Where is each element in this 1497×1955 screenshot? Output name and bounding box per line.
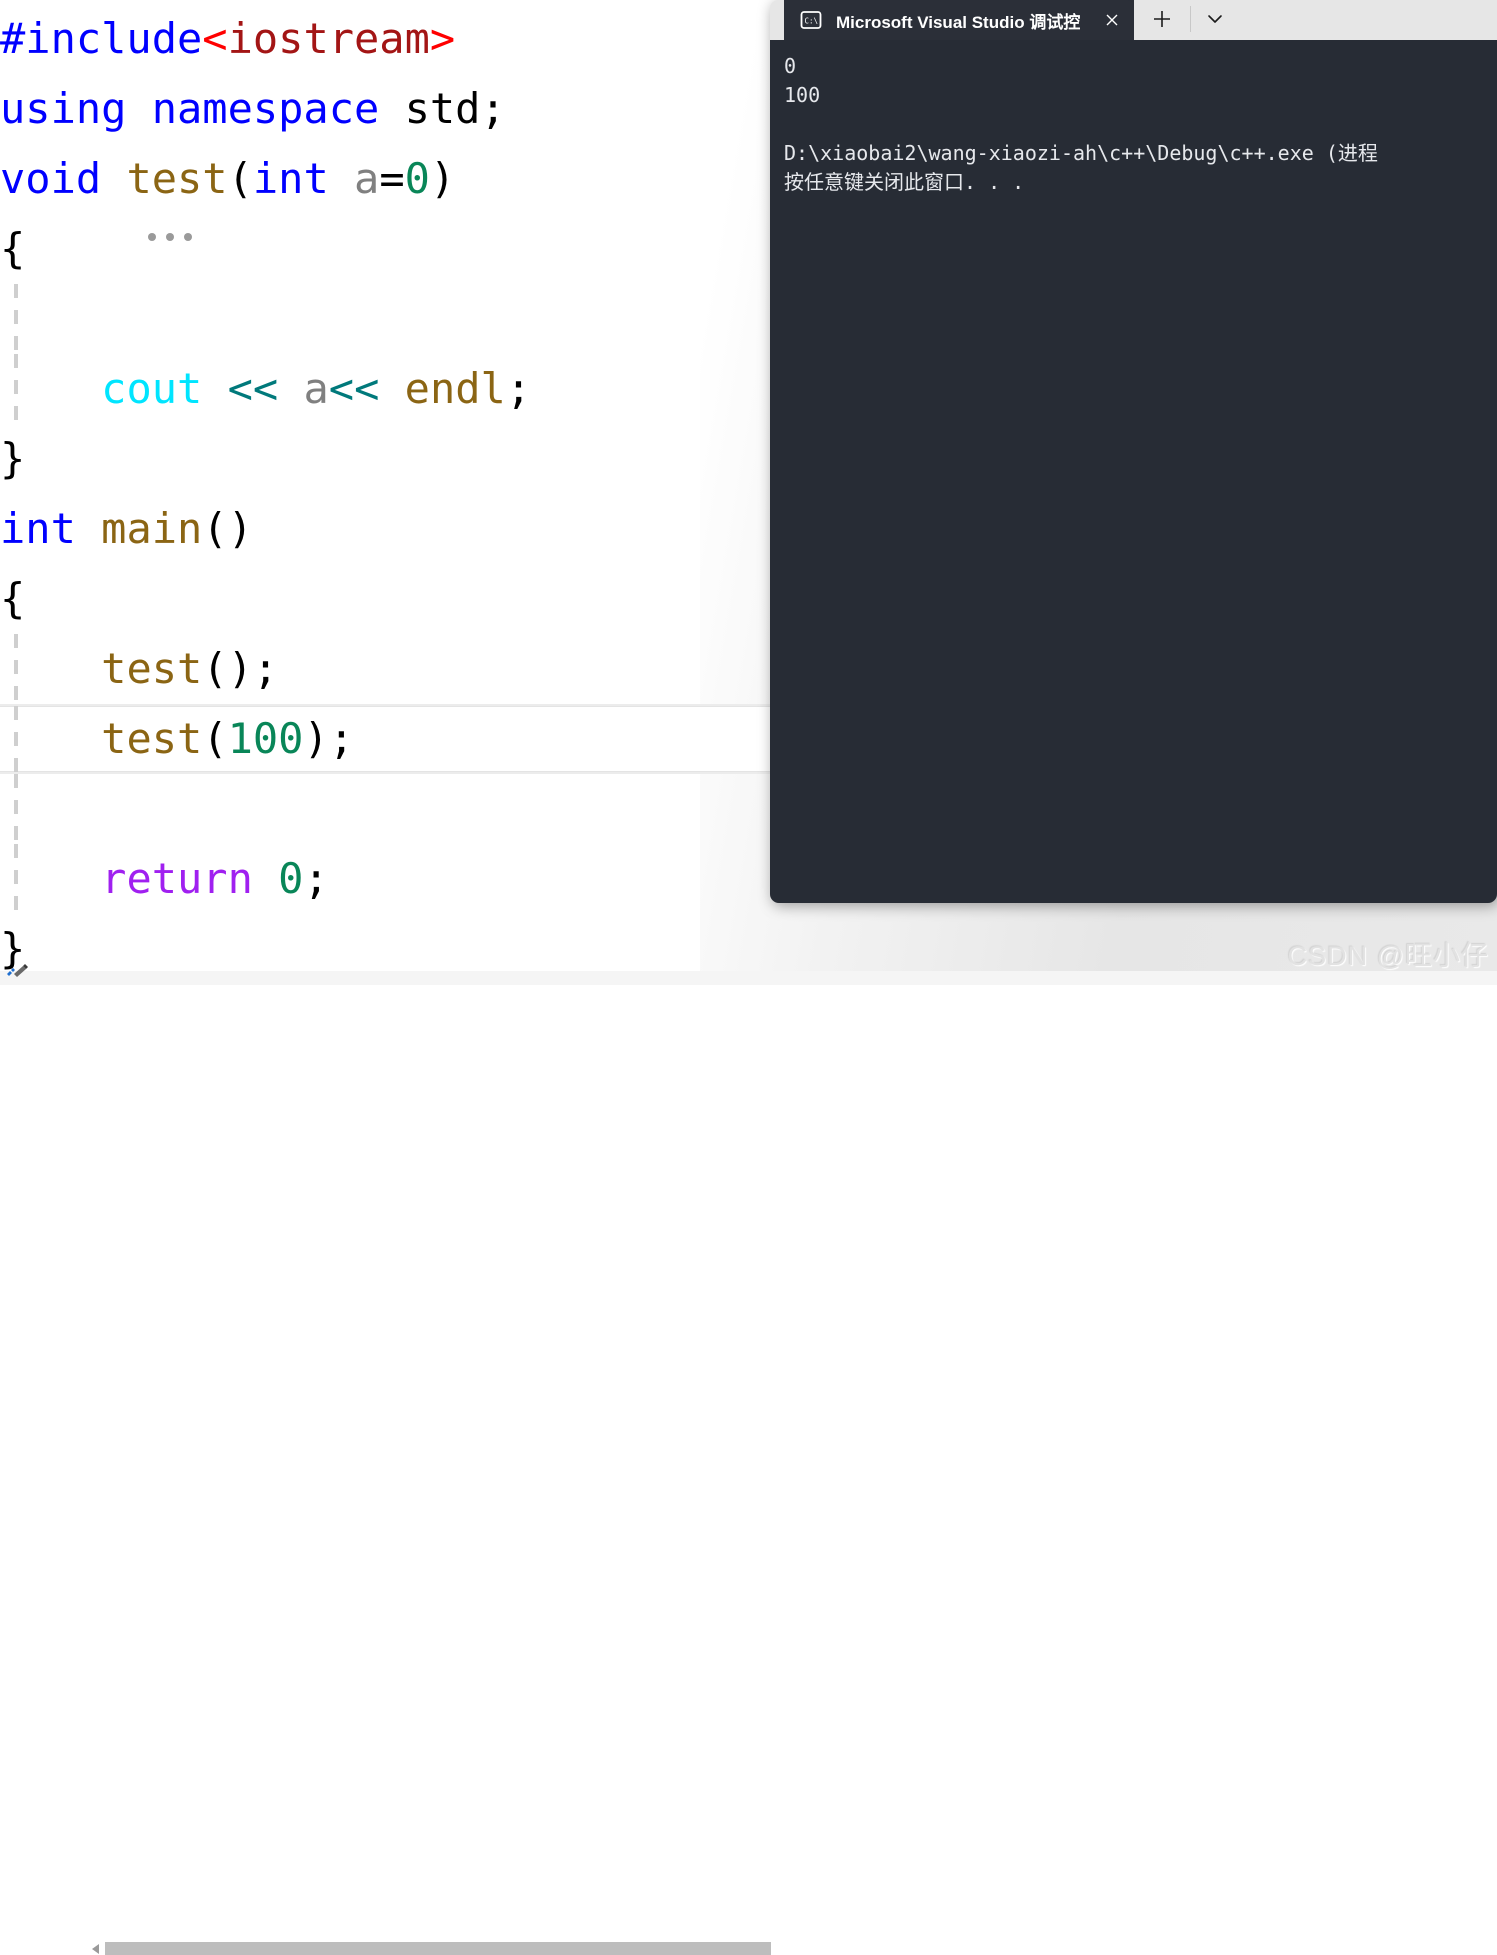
- code-token: 0: [404, 154, 430, 203]
- code-token: int: [0, 504, 102, 553]
- code-token: 100: [227, 714, 304, 763]
- code-token: ): [429, 154, 456, 203]
- code-token: (: [227, 154, 253, 203]
- console-output-line: 100: [784, 83, 821, 107]
- indent-guide: [14, 284, 18, 354]
- indent-guide: [14, 774, 18, 844]
- console-tab-controls[interactable]: [1134, 0, 1497, 40]
- close-icon[interactable]: [1102, 10, 1122, 30]
- svg-text:C:\: C:\: [805, 17, 819, 26]
- code-token: <<: [328, 364, 380, 413]
- code-token: {: [0, 574, 26, 623]
- code-token: (: [202, 714, 228, 763]
- code-token: );: [303, 714, 355, 763]
- console-output-line: 0: [784, 54, 797, 78]
- chevron-down-icon[interactable]: [1191, 0, 1239, 38]
- console-cmd-icon: C:\: [800, 9, 822, 31]
- code-token: =: [379, 154, 405, 203]
- code-token: int: [252, 154, 355, 203]
- code-token: a: [303, 364, 329, 413]
- scrollbar-left-arrow-icon[interactable]: [92, 1944, 99, 1954]
- code-line-text: {: [0, 574, 25, 623]
- code-token: }: [0, 434, 26, 483]
- code-line-text: return 0;: [0, 854, 329, 903]
- code-line-text: using namespace std;: [0, 84, 506, 133]
- console-titlebar[interactable]: C:\ Microsoft Visual Studio 调试控: [770, 0, 1497, 40]
- code-token: ;: [303, 854, 329, 903]
- console-output-line: D:\xiaobai2\wang-xiaozi-ah\c++\Debug\c++…: [784, 141, 1378, 165]
- code-token: void: [0, 154, 127, 203]
- code-token: <: [202, 14, 228, 63]
- code-token: >: [429, 14, 456, 63]
- console-tab[interactable]: C:\ Microsoft Visual Studio 调试控: [784, 0, 1134, 40]
- code-token: ();: [202, 644, 279, 693]
- code-line-text: }: [0, 434, 25, 483]
- code-token: 0: [278, 854, 304, 903]
- code-line-text: cout << a<< endl;: [0, 364, 531, 413]
- code-line-text: test(100);: [0, 714, 354, 763]
- code-token: using namespace: [0, 84, 405, 133]
- csdn-watermark: CSDN @旺小仔: [1287, 941, 1489, 971]
- code-token: test: [101, 644, 203, 693]
- code-token: return: [101, 854, 253, 903]
- console-output-line: 按任意键关闭此窗口. . .: [784, 170, 1025, 194]
- code-token: endl: [404, 364, 506, 413]
- quick-actions-dots-icon[interactable]: [148, 192, 200, 241]
- code-token: test: [101, 714, 203, 763]
- console-window[interactable]: C:\ Microsoft Visual Studio 调试控 0 100 D:…: [770, 0, 1497, 903]
- horizontal-scrollbar-track[interactable]: [0, 971, 1497, 1955]
- code-line-text: void test(int a=0): [0, 154, 455, 203]
- code-line-text: test();: [0, 644, 278, 693]
- code-line-text: #include<iostream>: [0, 14, 455, 63]
- console-tab-title: Microsoft Visual Studio 调试控: [836, 12, 1081, 32]
- lightbulb-screwdriver-icon[interactable]: [4, 963, 32, 983]
- code-token: std;: [404, 84, 506, 133]
- code-token: a: [354, 154, 380, 203]
- code-token: ;: [505, 364, 532, 413]
- code-token: main: [101, 504, 203, 553]
- code-token: #include: [0, 14, 203, 63]
- console-output-area[interactable]: 0 100 D:\xiaobai2\wang-xiaozi-ah\c++\Debu…: [770, 40, 1497, 903]
- code-line-text: int main(): [0, 504, 253, 553]
- new-tab-button[interactable]: [1134, 0, 1190, 38]
- code-token: iostream: [227, 14, 430, 63]
- code-token: <<: [227, 364, 279, 413]
- horizontal-scrollbar-thumb[interactable]: [105, 1942, 771, 1955]
- code-token: (): [202, 504, 253, 553]
- code-token: {: [0, 224, 26, 273]
- code-line-text: {: [0, 224, 25, 273]
- code-token: cout: [101, 364, 203, 413]
